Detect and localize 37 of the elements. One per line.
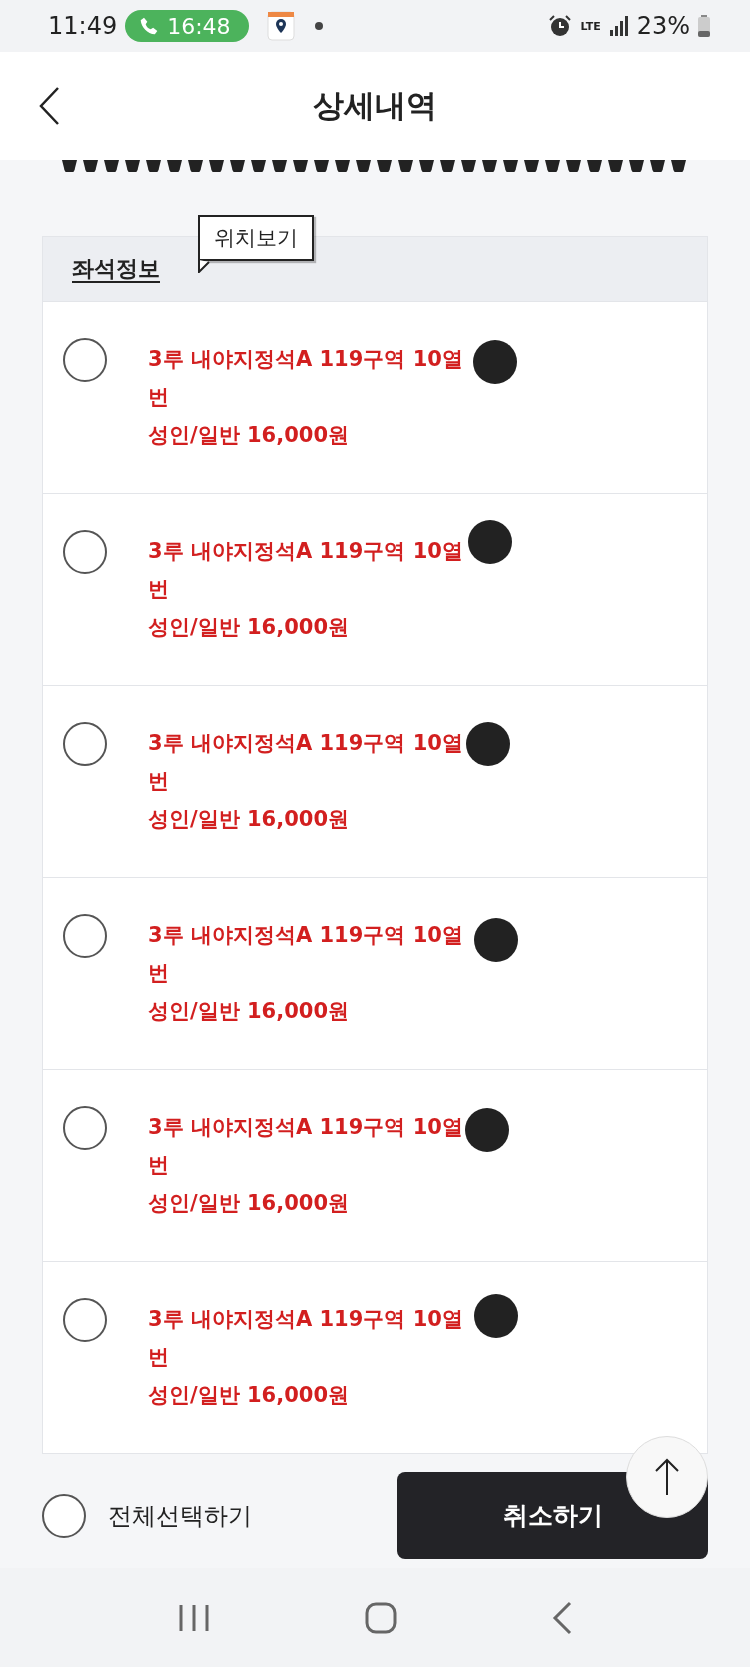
recent-apps-button[interactable] [177, 1603, 210, 1633]
seat-description: 3루 내야지정석A 119구역 10열 번 성인/일반 16,000원 [148, 730, 463, 833]
status-time: 11:49 [48, 12, 118, 40]
radio-button[interactable] [63, 914, 107, 958]
section-title: 좌석정보 [72, 255, 160, 283]
seat-description: 3루 내야지정석A 119구역 10열 번 성인/일반 16,000원 [148, 346, 463, 449]
notification-dot [314, 22, 323, 30]
home-button[interactable] [365, 1602, 397, 1634]
signal-icon [608, 16, 629, 36]
redaction-mark [473, 340, 517, 384]
seat-description: 3루 내야지정석A 119구역 10열 번 성인/일반 16,000원 [148, 922, 463, 1025]
back-nav-button[interactable] [552, 1601, 573, 1635]
network-type: LTE [580, 20, 601, 32]
radio-button[interactable] [63, 722, 107, 766]
map-pin-app-icon [266, 11, 295, 41]
radio-button[interactable] [63, 338, 107, 382]
redaction-mark [474, 918, 518, 962]
redaction-mark [468, 520, 512, 564]
seat-description: 3루 내야지정석A 119구역 10열 번 성인/일반 16,000원 [148, 538, 463, 641]
radio-button[interactable] [63, 530, 107, 574]
page-title: 상세내역 [313, 86, 437, 125]
battery-icon [698, 15, 710, 37]
select-all-option[interactable]: 전체선택하기 [42, 1493, 252, 1538]
select-all-radio[interactable] [42, 1493, 86, 1538]
tooltip-tail-icon [198, 260, 210, 273]
radio-button[interactable] [63, 1298, 107, 1342]
seat-description: 3루 내야지정석A 119구역 10열 번 성인/일반 16,000원 [148, 1306, 463, 1409]
radio-button[interactable] [63, 1106, 107, 1150]
redaction-mark [465, 1108, 509, 1152]
back-button[interactable] [38, 86, 62, 126]
redaction-mark [474, 1294, 518, 1338]
battery-percent: 23% [636, 12, 690, 40]
alarm-icon [548, 14, 573, 38]
arrow-up-icon [654, 1458, 680, 1496]
phone-icon [139, 16, 160, 36]
seat-description: 3루 내야지정석A 119구역 10열 번 성인/일반 16,000원 [148, 1114, 463, 1217]
redaction-mark [466, 722, 510, 766]
